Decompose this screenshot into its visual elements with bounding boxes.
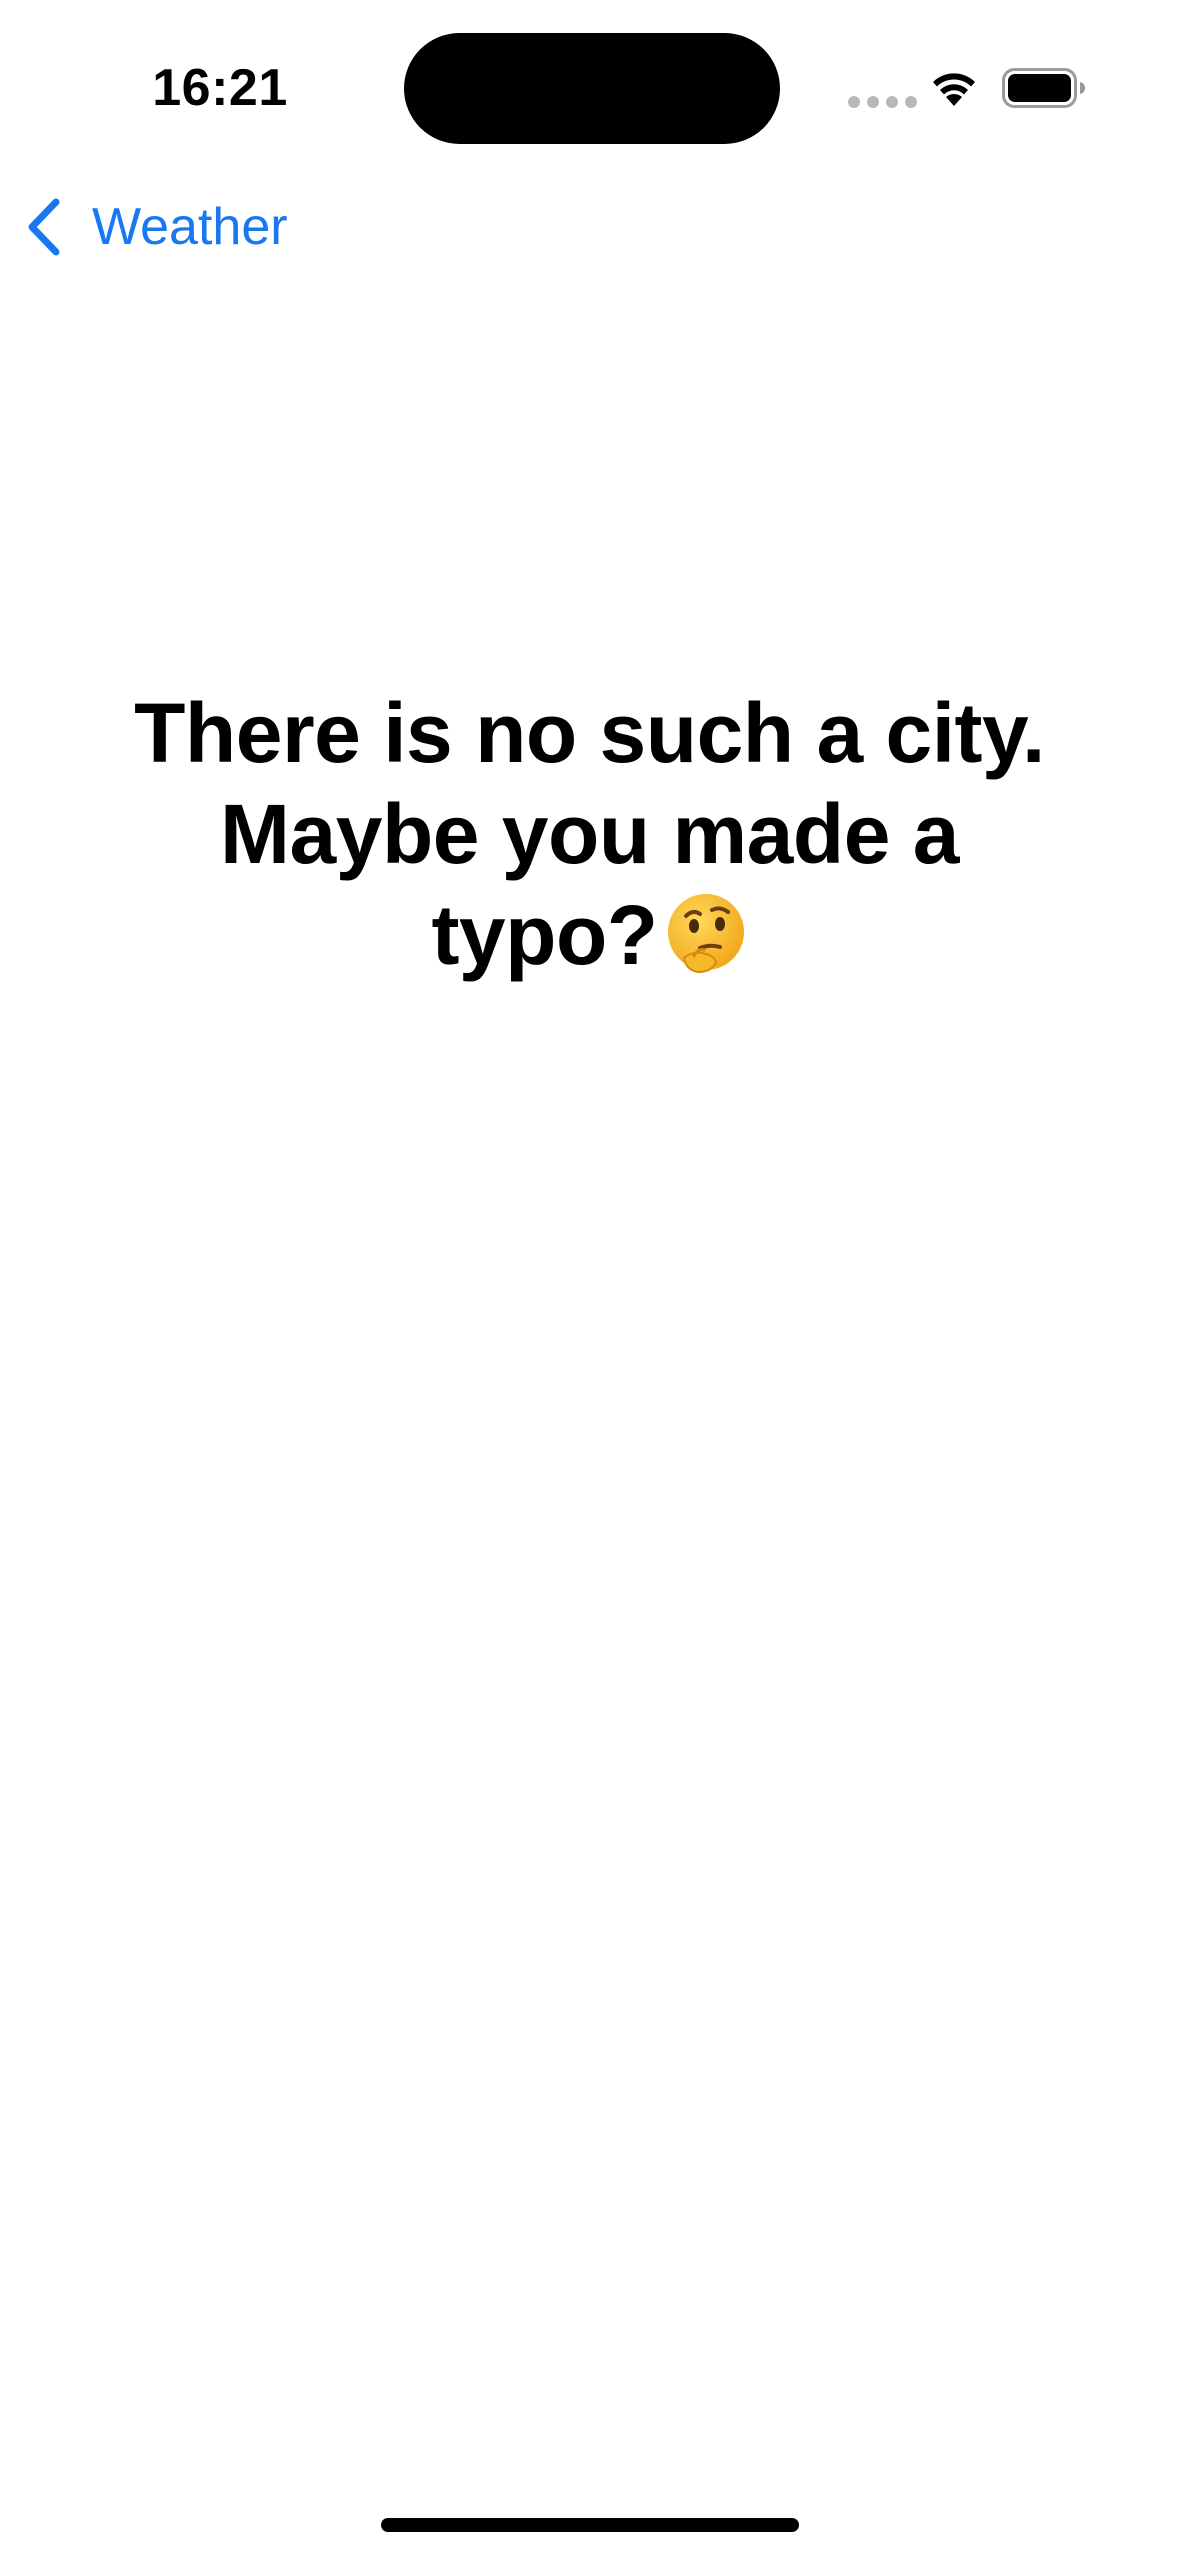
error-message: There is no such a city. Maybe you made … [100,683,1079,986]
status-time: 16:21 [152,59,288,117]
cellular-signal-icon [848,96,917,108]
thinking-face-icon [667,894,744,974]
battery-icon [1002,68,1085,108]
home-indicator[interactable] [381,2518,799,2532]
error-message-text: There is no such a city. Maybe you made … [134,686,1045,982]
dynamic-island [404,33,780,144]
chevron-left-icon [28,198,60,256]
wifi-icon [933,73,975,106]
back-button[interactable]: Weather [24,192,288,262]
back-button-label: Weather [92,198,288,256]
